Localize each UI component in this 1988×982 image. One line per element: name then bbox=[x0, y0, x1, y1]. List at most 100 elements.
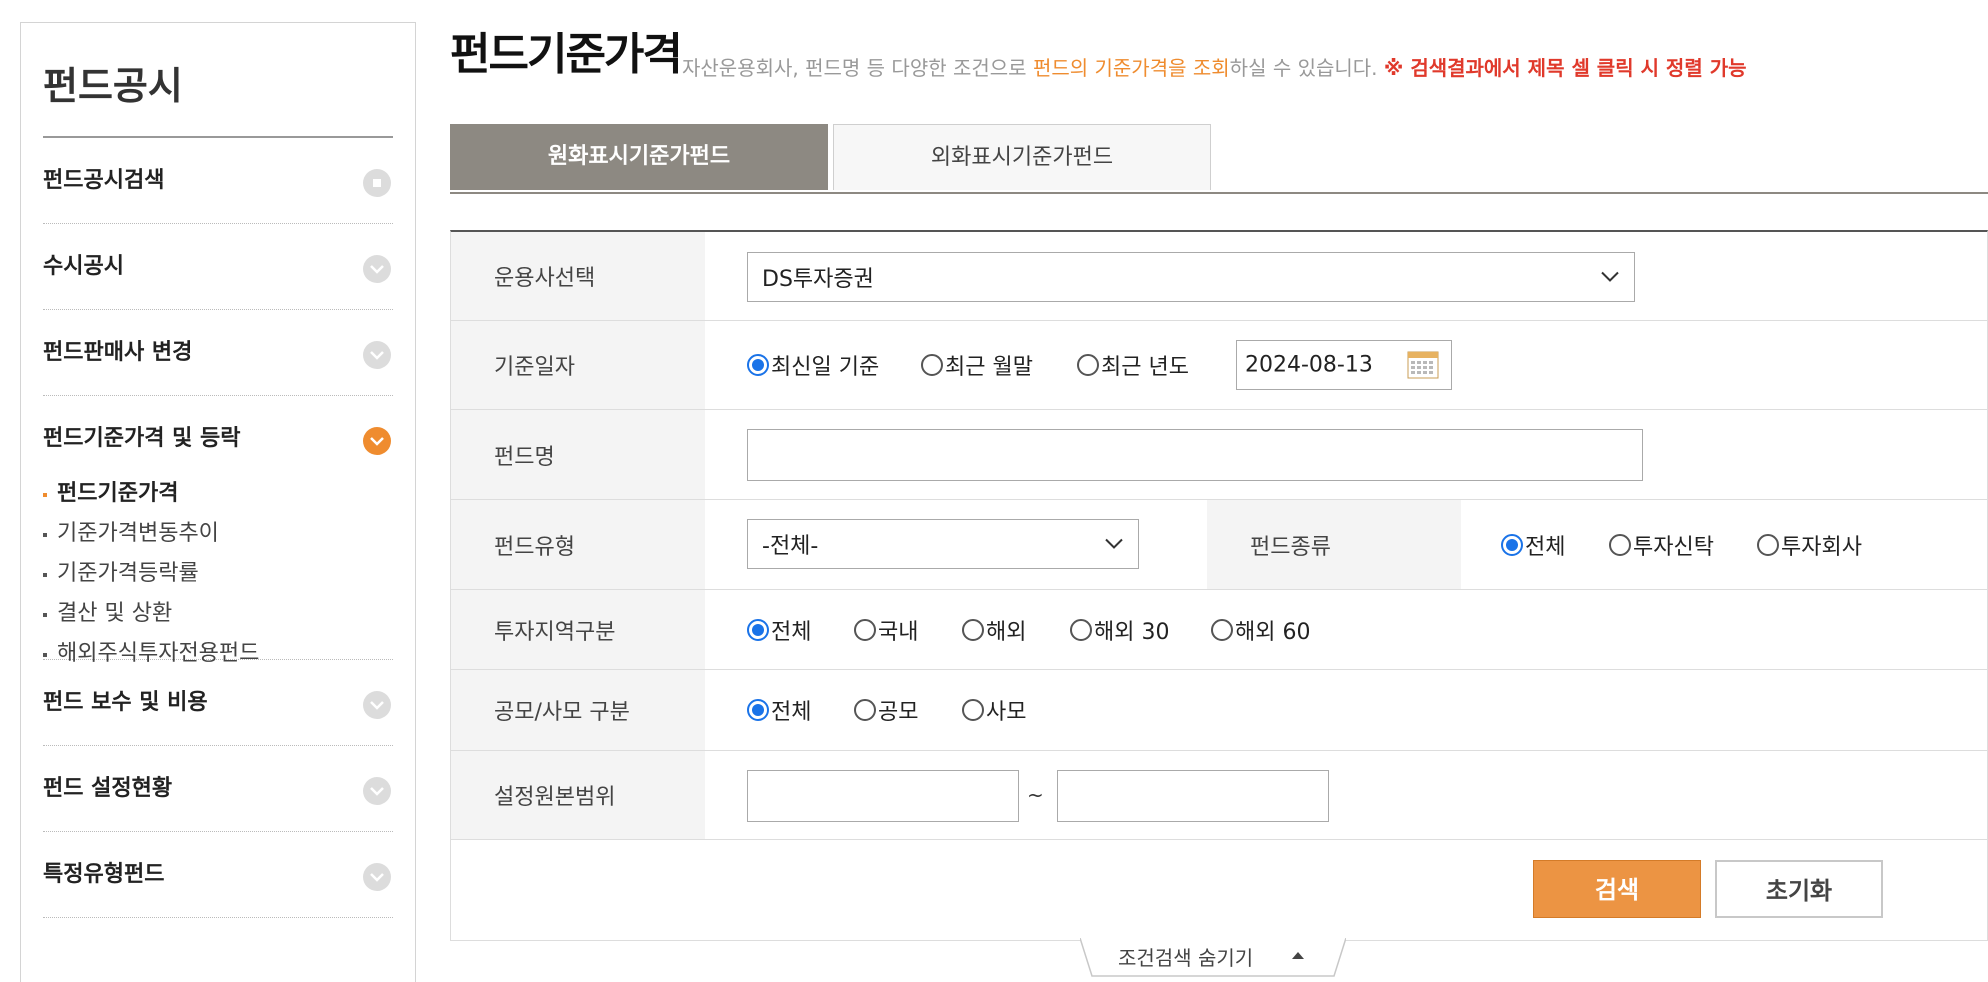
fund-type-label: 펀드유형 bbox=[494, 534, 575, 560]
base-date-label: 기준일자 bbox=[494, 355, 575, 380]
tab-krw-base-price-fund[interactable]: 원화표시기준가펀드 bbox=[450, 124, 828, 190]
row-label-cell: 펀드유형 bbox=[451, 500, 705, 589]
description-text: 자산운용회사, 펀드명 등 다양한 조건으로 bbox=[682, 56, 1033, 80]
calendar-icon[interactable] bbox=[1407, 351, 1439, 379]
form-row-company: 운용사선택 DS투자증권 bbox=[451, 232, 1987, 321]
row-label-cell: 운용사선택 bbox=[451, 232, 705, 320]
sidebar-title: 펀드공시 bbox=[43, 23, 393, 138]
description-text: 하실 수 있습니다. bbox=[1229, 56, 1384, 80]
sidebar-item-fund-setup-status[interactable]: 펀드 설정현황 bbox=[43, 746, 393, 832]
radio-label: 전체 bbox=[1525, 534, 1566, 560]
sidebar-item-fund-disclosure-search[interactable]: 펀드공시검색 bbox=[43, 138, 393, 224]
page-description: 자산운용회사, 펀드명 등 다양한 조건으로 펀드의 기준가격을 조회하실 수 … bbox=[682, 52, 1747, 81]
sidebar-item-occasional-disclosure[interactable]: 수시공시 bbox=[43, 224, 393, 310]
submenu-label: 펀드기준가격 bbox=[57, 481, 179, 506]
bullet-icon bbox=[43, 613, 47, 617]
sidebar: 펀드공시 펀드공시검색 수시공시 펀드판매사 변경 펀드기준가격 및 등락 펀드… bbox=[20, 22, 416, 982]
row-label-cell: 설정원본범위 bbox=[451, 751, 705, 839]
radio-region-all[interactable]: 전체 bbox=[747, 614, 811, 646]
tab-foreign-currency-base-price-fund[interactable]: 외화표시기준가펀드 bbox=[833, 124, 1211, 190]
radio-region-overseas-30[interactable]: 해외 30 bbox=[1070, 614, 1169, 646]
radio-label: 공모 bbox=[878, 700, 919, 725]
radio-recent-year[interactable]: 최근 년도 bbox=[1077, 349, 1189, 381]
company-select[interactable]: DS투자증권 bbox=[747, 252, 1635, 302]
sidebar-item-fund-fees[interactable]: 펀드 보수 및 비용 bbox=[43, 660, 393, 746]
form-row-base-date: 기준일자 최신일 기준 최근 월말 최근 년도 2024-08-13 bbox=[451, 321, 1987, 410]
main-content: 펀드기준가격 자산운용회사, 펀드명 등 다양한 조건으로 펀드의 기준가격을 … bbox=[450, 0, 1988, 977]
submenu-label: 기준가격변동추이 bbox=[57, 521, 219, 546]
radio-icon bbox=[854, 618, 876, 641]
chevron-down-icon bbox=[1104, 535, 1124, 554]
radio-icon bbox=[962, 699, 984, 721]
range-separator: ~ bbox=[1027, 783, 1044, 807]
search-button[interactable]: 검색 bbox=[1533, 860, 1701, 918]
radio-public-all[interactable]: 전체 bbox=[747, 694, 811, 726]
range-to-input[interactable] bbox=[1057, 770, 1329, 822]
radio-label: 해외 30 bbox=[1094, 619, 1170, 645]
chevron-down-icon bbox=[363, 691, 391, 719]
form-row-region: 투자지역구분 전체 국내 해외 해외 30 해외 60 bbox=[451, 590, 1987, 670]
row-label-cell: 공모/사모 구분 bbox=[451, 670, 705, 750]
radio-icon bbox=[1211, 618, 1233, 641]
radio-icon bbox=[747, 354, 769, 376]
submenu-label: 결산 및 상환 bbox=[57, 601, 173, 626]
radio-private[interactable]: 사모 bbox=[962, 694, 1026, 726]
chevron-down-icon bbox=[363, 341, 391, 369]
radio-label: 해외 60 bbox=[1235, 619, 1311, 645]
fund-name-label: 펀드명 bbox=[494, 444, 555, 470]
submenu-label: 기준가격등락률 bbox=[57, 561, 199, 586]
radio-kind-trust[interactable]: 투자신탁 bbox=[1609, 529, 1714, 561]
radio-public[interactable]: 공모 bbox=[854, 694, 918, 726]
sidebar-item-label: 펀드기준가격 및 등락 bbox=[43, 426, 241, 451]
radio-icon bbox=[747, 699, 769, 721]
hide-conditions-toggle[interactable]: 조건검색 숨기기 bbox=[1080, 938, 1346, 978]
chevron-down-icon bbox=[363, 427, 391, 455]
radio-icon bbox=[1501, 533, 1523, 556]
fund-name-input[interactable] bbox=[747, 429, 1643, 481]
sidebar-item-special-type-fund[interactable]: 특정유형펀드 bbox=[43, 832, 393, 918]
base-date-input[interactable]: 2024-08-13 bbox=[1236, 340, 1452, 390]
submenu-item-price-trend[interactable]: 기준가격변동추이 bbox=[43, 514, 259, 554]
row-label-cell: 기준일자 bbox=[451, 321, 705, 409]
company-label: 운용사선택 bbox=[494, 266, 596, 291]
submenu-item-settlement[interactable]: 결산 및 상환 bbox=[43, 594, 259, 634]
fund-type-select-value: -전체- bbox=[762, 534, 819, 559]
sidebar-item-fund-base-price[interactable]: 펀드기준가격 및 등락 펀드기준가격 기준가격변동추이 기준가격등락률 결산 및… bbox=[43, 396, 393, 666]
radio-label: 국내 bbox=[878, 619, 919, 645]
row-label-cell: 펀드종류 bbox=[1207, 500, 1461, 589]
bullet-icon bbox=[43, 493, 47, 497]
description-highlight: 펀드의 기준가격을 조회 bbox=[1032, 56, 1230, 80]
radio-region-domestic[interactable]: 국내 bbox=[854, 614, 918, 646]
chevron-down-icon bbox=[363, 863, 391, 891]
radio-label: 투자신탁 bbox=[1633, 534, 1714, 560]
region-label: 투자지역구분 bbox=[494, 619, 616, 645]
description-warning: ※ 검색결과에서 제목 셀 클릭 시 정렬 가능 bbox=[1383, 56, 1747, 80]
row-label-cell: 투자지역구분 bbox=[451, 590, 705, 669]
sidebar-submenu: 펀드기준가격 기준가격변동추이 기준가격등락률 결산 및 상환 해외주식투자전용… bbox=[43, 474, 259, 674]
radio-label: 최신일 기준 bbox=[771, 355, 880, 380]
submenu-item-price-change-rate[interactable]: 기준가격등락률 bbox=[43, 554, 259, 594]
sidebar-item-fund-seller-change[interactable]: 펀드판매사 변경 bbox=[43, 310, 393, 396]
radio-latest-date[interactable]: 최신일 기준 bbox=[747, 349, 879, 381]
sidebar-item-label: 펀드판매사 변경 bbox=[43, 340, 193, 365]
reset-button[interactable]: 초기화 bbox=[1715, 860, 1883, 918]
fund-kind-label: 펀드종류 bbox=[1250, 534, 1331, 560]
radio-label: 전체 bbox=[771, 700, 812, 725]
radio-region-overseas-60[interactable]: 해외 60 bbox=[1211, 614, 1310, 646]
radio-icon bbox=[1077, 354, 1099, 376]
chevron-down-icon bbox=[1600, 268, 1620, 287]
submenu-item-fund-base-price[interactable]: 펀드기준가격 bbox=[43, 474, 259, 514]
radio-kind-company[interactable]: 투자회사 bbox=[1757, 529, 1862, 561]
radio-region-overseas[interactable]: 해외 bbox=[962, 614, 1026, 646]
radio-recent-month-end[interactable]: 최근 월말 bbox=[921, 349, 1033, 381]
fund-type-select[interactable]: -전체- bbox=[747, 519, 1139, 569]
radio-icon bbox=[747, 618, 769, 641]
radio-icon bbox=[854, 699, 876, 721]
radio-kind-all[interactable]: 전체 bbox=[1501, 529, 1565, 561]
chevron-down-icon bbox=[363, 255, 391, 283]
toggle-label: 조건검색 숨기기 bbox=[1118, 946, 1254, 970]
form-row-fund-name: 펀드명 bbox=[451, 410, 1987, 500]
radio-icon bbox=[962, 618, 984, 641]
form-row-public-private: 공모/사모 구분 전체 공모 사모 bbox=[451, 670, 1987, 751]
range-from-input[interactable] bbox=[747, 770, 1019, 822]
